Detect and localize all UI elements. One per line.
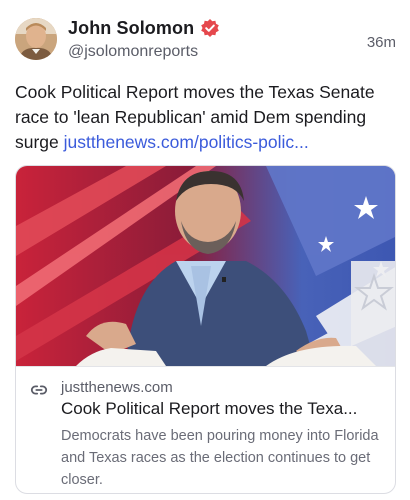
link-preview-card[interactable]: justthenews.com Cook Political Report mo… (15, 165, 396, 494)
link-icon (30, 385, 48, 395)
card-description: Democrats have been pouring money into F… (61, 428, 379, 488)
post-header: John Solomon @jsolomonreports 36m (15, 16, 396, 64)
card-title[interactable]: Cook Political Report moves the Texa... (61, 399, 386, 419)
post-text: Cook Political Report moves the Texas Se… (15, 80, 400, 155)
author-handle[interactable]: @jsolomonreports (68, 43, 220, 61)
post-link[interactable]: justthenews.com/politics-polic... (64, 132, 309, 152)
card-meta[interactable]: justthenews.com Cook Political Report mo… (16, 366, 395, 493)
author-name[interactable]: John Solomon (68, 18, 194, 39)
avatar[interactable] (15, 18, 57, 60)
avatar-image (15, 18, 57, 60)
card-thumbnail[interactable] (16, 166, 396, 366)
author-block: John Solomon @jsolomonreports (68, 16, 220, 61)
post-timestamp[interactable]: 36m (367, 34, 396, 51)
verified-badge-icon (201, 19, 220, 37)
card-domain: justthenews.com (61, 379, 173, 396)
